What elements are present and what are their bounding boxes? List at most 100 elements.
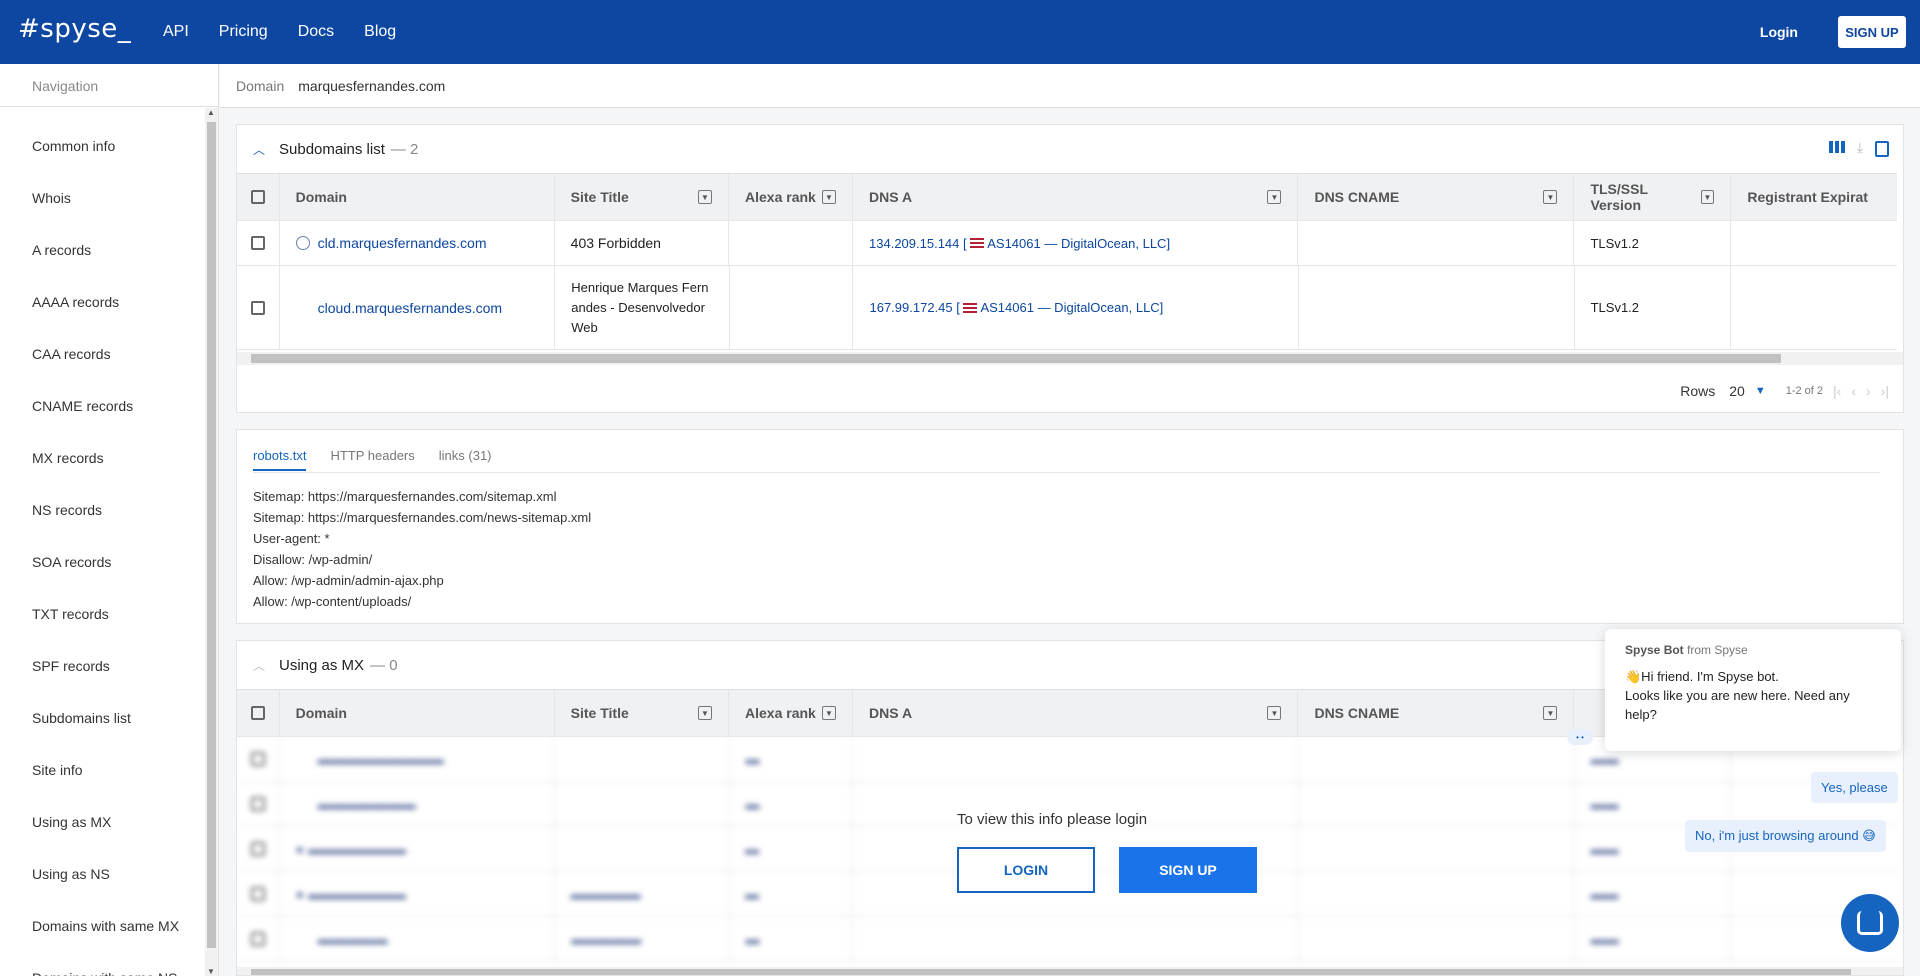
filter-icon[interactable]: ▼	[698, 190, 713, 204]
dns-ip-link[interactable]: 167.99.172.45	[869, 300, 952, 315]
site-title-cell: Henrique Marques Fernandes - Desenvolved…	[555, 266, 730, 349]
sidebar-scrollbar[interactable]: ▲ ▼	[205, 108, 218, 976]
prev-page-icon[interactable]: ‹	[1851, 383, 1856, 399]
dns-ip-link[interactable]: 134.209.15.144	[869, 236, 959, 251]
sidebar-item-soa-records[interactable]: SOA records	[0, 536, 204, 588]
subdomain-link[interactable]: cloud.marquesfernandes.com	[318, 300, 502, 316]
sidebar-item-a-records[interactable]: A records	[0, 224, 204, 276]
col-registrant-expiration[interactable]: Registrant Expirat	[1731, 174, 1897, 220]
scroll-thumb[interactable]	[251, 969, 1851, 975]
sidebar-item-using-as-ns[interactable]: Using as NS	[0, 848, 204, 900]
login-link[interactable]: Login	[1760, 24, 1798, 40]
nav-blog-link[interactable]: Blog	[364, 23, 396, 41]
expiration-cell	[1731, 221, 1897, 265]
sidebar-title: Navigation	[0, 64, 218, 107]
tab-http-headers[interactable]: HTTP headers	[330, 448, 414, 471]
sidebar: Navigation Common info Whois A records A…	[0, 64, 219, 976]
expiration-cell	[1731, 266, 1897, 349]
filter-icon[interactable]: ▼	[1267, 190, 1282, 204]
col-site-title[interactable]: Site Title ▼	[555, 174, 730, 220]
row-checkbox[interactable]	[237, 221, 280, 265]
sidebar-item-subdomains-list[interactable]: Subdomains list	[0, 692, 204, 744]
login-overlay: To view this info please login LOGIN SIG…	[957, 811, 1257, 893]
overlay-signup-button[interactable]: SIGN UP	[1119, 847, 1257, 893]
chevron-up-icon[interactable]: ︿	[253, 142, 267, 157]
col-alexa-rank[interactable]: Alexa rank ▼	[729, 174, 854, 220]
col-domain[interactable]: Domain	[280, 690, 555, 736]
robots-content: Sitemap: https://marquesfernandes.com/si…	[253, 489, 592, 609]
download-icon[interactable]: ⤓	[1857, 140, 1863, 157]
asn-link[interactable]: AS14061 — DigitalOcean, LLC]	[980, 300, 1163, 315]
filter-icon[interactable]: ▼	[822, 190, 837, 204]
table-header-row: Domain Site Title ▼ Alexa rank ▼ DNS A ▼ DN…	[237, 173, 1897, 221]
filter-icon[interactable]: ▼	[1543, 706, 1558, 720]
col-dns-cname[interactable]: DNS CNAME ▼	[1298, 174, 1575, 220]
sidebar-item-ns-records[interactable]: NS records	[0, 484, 204, 536]
chevron-up-icon[interactable]: ︿	[253, 658, 267, 673]
sidebar-item-domains-same-mx[interactable]: Domains with same MX	[0, 900, 204, 952]
sidebar-item-domains-same-ns[interactable]: Domains with same NS	[0, 952, 204, 976]
col-tls-version[interactable]: TLS/SSL Version ▼	[1574, 174, 1732, 220]
col-dns-a[interactable]: DNS A ▼	[853, 690, 1299, 736]
columns-icon[interactable]	[1828, 141, 1845, 153]
asn-link[interactable]: AS14061 — DigitalOcean, LLC]	[987, 236, 1170, 251]
copy-icon[interactable]	[1875, 141, 1889, 157]
filter-icon[interactable]: ▼	[698, 706, 713, 720]
col-dns-cname[interactable]: DNS CNAME ▼	[1298, 690, 1575, 736]
select-all-checkbox[interactable]	[237, 690, 280, 736]
nav-pricing-link[interactable]: Pricing	[219, 23, 268, 41]
col-dns-a[interactable]: DNS A ▼	[853, 174, 1299, 220]
chat-message-line-2: Looks like you are new here. Need any he…	[1625, 688, 1850, 722]
globe-icon	[295, 236, 310, 250]
table-row: cloud.marquesfernandes.com Henrique Marq…	[237, 266, 1897, 350]
sidebar-item-mx-records[interactable]: MX records	[0, 432, 204, 484]
row-checkbox[interactable]	[237, 266, 280, 349]
subdomains-header[interactable]: ︿ Subdomains list — 2 ⤓	[237, 125, 1903, 173]
scroll-up-arrow-icon[interactable]: ▲	[207, 108, 215, 117]
sidebar-item-whois[interactable]: Whois	[0, 172, 204, 224]
filter-icon[interactable]: ▼	[1700, 190, 1715, 204]
filter-icon[interactable]: ▼	[1543, 190, 1558, 204]
nav-api-link[interactable]: API	[163, 23, 189, 41]
col-domain[interactable]: Domain	[280, 174, 555, 220]
sidebar-item-common-info[interactable]: Common info	[0, 108, 204, 172]
sidebar-item-using-as-mx[interactable]: Using as MX	[0, 796, 204, 848]
tab-robots-txt[interactable]: robots.txt	[253, 448, 307, 471]
scroll-down-arrow-icon[interactable]: ▼	[207, 967, 215, 976]
last-page-icon[interactable]: ›|	[1881, 383, 1889, 399]
chat-reply-yes[interactable]: Yes, please	[1811, 772, 1898, 803]
sidebar-item-cname-records[interactable]: CNAME records	[0, 380, 204, 432]
signup-button[interactable]: SIGN UP	[1838, 16, 1906, 48]
overlay-login-button[interactable]: LOGIN	[957, 847, 1095, 893]
sidebar-item-spf-records[interactable]: SPF records	[0, 640, 204, 692]
dropdown-caret-icon[interactable]: ▼	[1755, 385, 1766, 397]
subdomain-link[interactable]: cld.marquesfernandes.com	[318, 235, 487, 251]
rows-per-page-select[interactable]: 20	[1729, 383, 1745, 399]
us-flag-icon	[963, 302, 978, 313]
table-horizontal-scrollbar[interactable]	[237, 352, 1903, 365]
first-page-icon[interactable]: |‹	[1833, 383, 1841, 399]
sidebar-scroll-thumb[interactable]	[207, 122, 216, 948]
breadcrumb: Domain marquesfernandes.com	[220, 64, 1920, 108]
sidebar-item-caa-records[interactable]: CAA records	[0, 328, 204, 380]
col-site-title[interactable]: Site Title ▼	[555, 690, 730, 736]
site-info-tabs: robots.txt HTTP headers links (31)	[253, 448, 492, 471]
tab-links[interactable]: links (31)	[439, 448, 492, 471]
table-horizontal-scrollbar[interactable]	[237, 967, 1903, 975]
col-alexa-rank[interactable]: Alexa rank ▼	[729, 690, 854, 736]
sidebar-item-txt-records[interactable]: TXT records	[0, 588, 204, 640]
chat-icon	[1857, 911, 1883, 935]
next-page-icon[interactable]: ›	[1866, 383, 1871, 399]
nav-docs-link[interactable]: Docs	[298, 23, 334, 41]
scroll-thumb[interactable]	[251, 354, 1781, 363]
mx-count: — 0	[370, 656, 398, 674]
select-all-checkbox[interactable]	[237, 174, 280, 220]
sidebar-item-site-info[interactable]: Site info	[0, 744, 204, 796]
chat-reply-no[interactable]: No, i'm just browsing around 😅	[1685, 820, 1886, 852]
spyse-logo[interactable]: #spyse_	[18, 14, 131, 44]
filter-icon[interactable]: ▼	[1267, 706, 1282, 720]
tls-cell: TLSv1.2	[1574, 221, 1732, 265]
filter-icon[interactable]: ▼	[822, 706, 837, 720]
chat-launcher-button[interactable]	[1841, 894, 1899, 952]
sidebar-item-aaaa-records[interactable]: AAAA records	[0, 276, 204, 328]
